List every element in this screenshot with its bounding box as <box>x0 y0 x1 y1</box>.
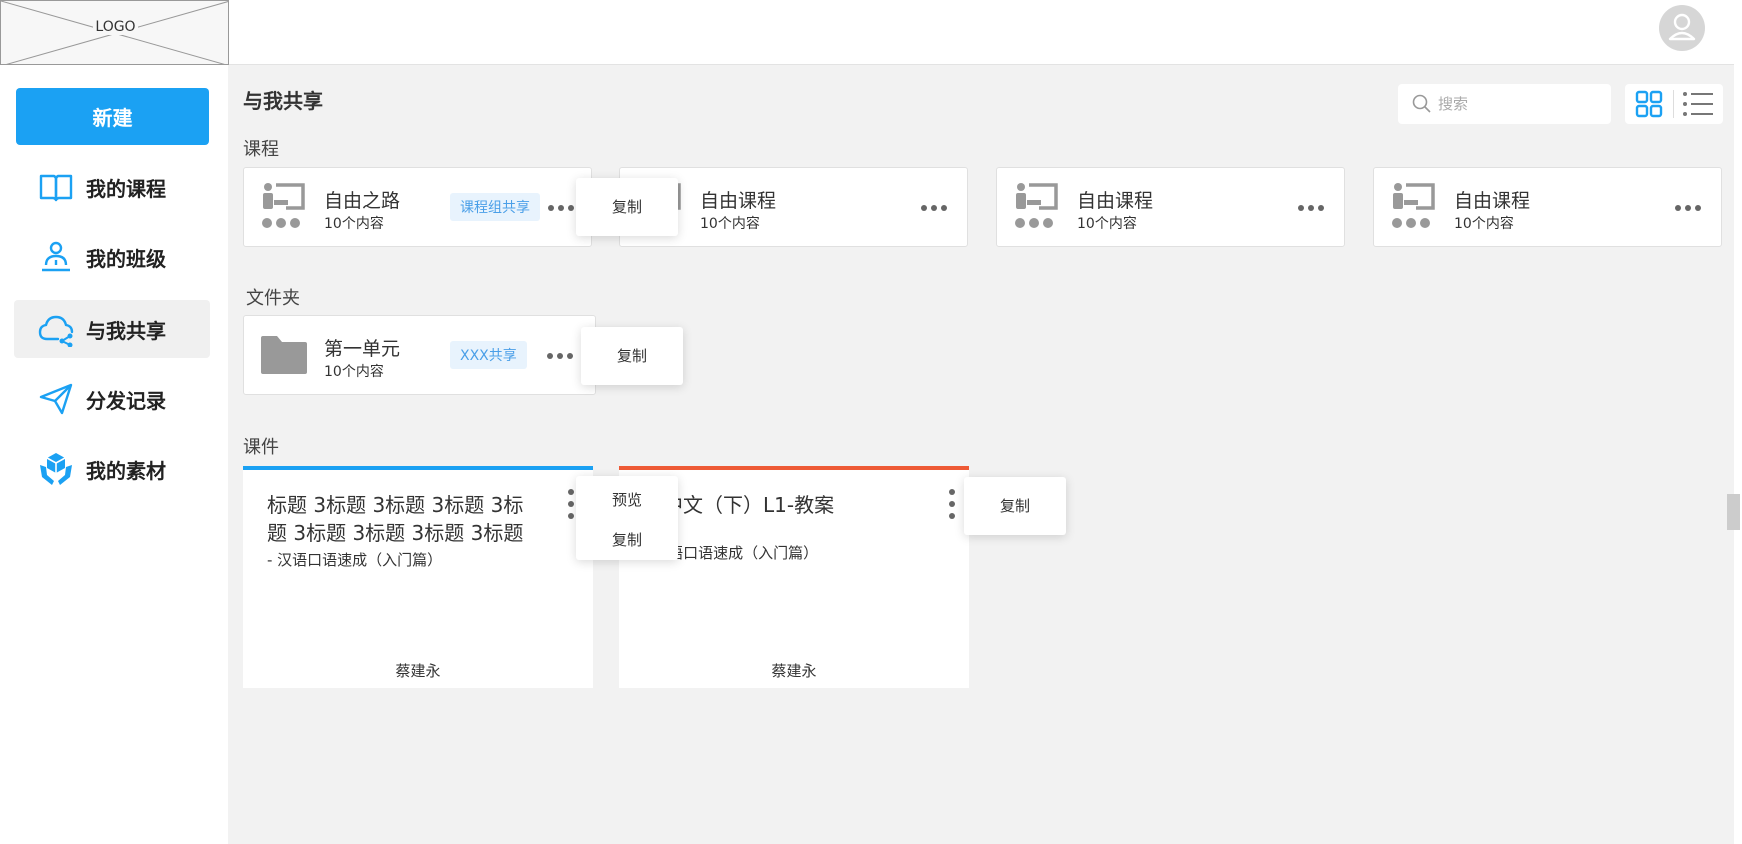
course-icon <box>1015 183 1058 228</box>
section-label-folders: 文件夹 <box>246 288 300 309</box>
course-count: 10个内容 <box>1077 216 1137 232</box>
grid-view-button[interactable] <box>1625 84 1673 124</box>
more-options-icon[interactable] <box>943 486 961 522</box>
user-icon <box>1668 13 1696 41</box>
sidebar-item-shared-with-me[interactable]: 与我共享 <box>14 300 210 358</box>
folder-title: 第一单元 <box>324 338 401 360</box>
sidebar-item-my-materials[interactable]: 我的素材 <box>14 440 210 498</box>
more-options-icon[interactable] <box>918 192 950 224</box>
material-hands-icon <box>40 453 72 485</box>
copy-menu-item[interactable]: 复制 <box>581 327 683 385</box>
courseware-context-menu: 复制 <box>964 477 1066 535</box>
logo[interactable]: LOGO <box>0 0 229 65</box>
courseware-author: 蔡建永 <box>771 662 817 680</box>
courseware-title: 唯中文（下）L1-教案 <box>643 493 835 517</box>
sidebar-item-label: 我的班级 <box>86 246 166 271</box>
logo-text: LOGO <box>93 19 138 35</box>
section-label-coursewares: 课件 <box>243 437 279 458</box>
list-view-button[interactable] <box>1674 84 1722 124</box>
user-class-icon <box>42 241 70 272</box>
card-accent-bar <box>619 466 969 470</box>
share-tag: 课程组共享 <box>450 193 540 221</box>
folder-card[interactable]: 第一单元 10个内容 XXX共享 <box>243 315 596 395</box>
course-icon <box>262 183 305 228</box>
card-accent-bar <box>243 466 593 470</box>
new-button[interactable]: 新建 <box>16 88 209 145</box>
more-options-icon[interactable] <box>544 340 576 372</box>
avatar[interactable] <box>1659 5 1705 51</box>
courseware-card[interactable]: 标题 3标题 3标题 3标题 3标题 3标题 3标题 3标题 3标题 - 汉语口… <box>243 466 593 688</box>
course-context-menu: 复制 <box>576 178 678 236</box>
courseware-title: 标题 3标题 3标题 3标题 3标题 3标题 3标题 3标题 3标题 <box>267 493 524 545</box>
course-title: 自由课程 <box>700 190 777 212</box>
view-toggle <box>1625 84 1723 124</box>
top-header: LOGO <box>0 0 1742 65</box>
courseware-context-menu: 预览 复制 <box>576 476 678 560</box>
share-tag: XXX共享 <box>450 341 527 369</box>
copy-menu-item[interactable]: 复制 <box>576 178 678 236</box>
sidebar-item-my-courses[interactable]: 我的课程 <box>14 158 210 216</box>
course-title: 自由课程 <box>1077 190 1154 212</box>
folder-icon <box>261 336 307 374</box>
preview-menu-item[interactable]: 预览 <box>576 480 678 520</box>
course-count: 10个内容 <box>1454 216 1514 232</box>
course-count: 10个内容 <box>700 216 760 232</box>
paper-plane-icon <box>39 383 73 415</box>
course-icon <box>1392 183 1435 228</box>
grid-icon <box>1635 90 1663 118</box>
main-content: 与我共享 课程 <box>228 65 1734 844</box>
page-title: 与我共享 <box>243 89 323 113</box>
more-options-icon[interactable] <box>1672 192 1704 224</box>
courseware-author: 蔡建永 <box>395 662 441 680</box>
search-box[interactable] <box>1398 84 1611 124</box>
sidebar-item-label: 分发记录 <box>86 388 166 413</box>
sidebar-item-my-classes[interactable]: 我的班级 <box>14 228 210 286</box>
search-icon <box>1412 94 1431 113</box>
sidebar-item-label: 我的课程 <box>86 176 166 201</box>
list-icon <box>1683 92 1713 116</box>
cloud-share-icon <box>38 315 74 347</box>
sidebar-item-distribution-records[interactable]: 分发记录 <box>14 370 210 428</box>
sidebar: 新建 我的课程 我的班级 与我共享 分发记录 我的素材 <box>0 65 228 844</box>
copy-menu-item[interactable]: 复制 <box>576 520 678 560</box>
courseware-subtitle: - 汉语口语速成（入门篇） <box>267 551 443 569</box>
right-edge <box>1734 0 1742 844</box>
copy-menu-item[interactable]: 复制 <box>964 477 1066 535</box>
scrollbar-thumb[interactable] <box>1727 494 1740 530</box>
more-options-icon[interactable] <box>545 192 577 224</box>
course-card[interactable]: 自由之路 10个内容 课程组共享 <box>243 167 592 247</box>
sidebar-item-label: 我的素材 <box>86 458 166 483</box>
course-count: 10个内容 <box>324 216 384 232</box>
section-label-courses: 课程 <box>243 139 279 160</box>
course-card[interactable]: 自由课程 10个内容 <box>1373 167 1722 247</box>
search-input[interactable] <box>1438 95 1598 113</box>
course-title: 自由之路 <box>324 190 401 212</box>
course-card[interactable]: 自由课程 10个内容 <box>996 167 1345 247</box>
course-title: 自由课程 <box>1454 190 1531 212</box>
folder-count: 10个内容 <box>324 364 384 380</box>
folder-context-menu: 复制 <box>581 327 683 385</box>
sidebar-item-label: 与我共享 <box>86 318 166 343</box>
more-options-icon[interactable] <box>1295 192 1327 224</box>
book-icon <box>39 174 73 202</box>
